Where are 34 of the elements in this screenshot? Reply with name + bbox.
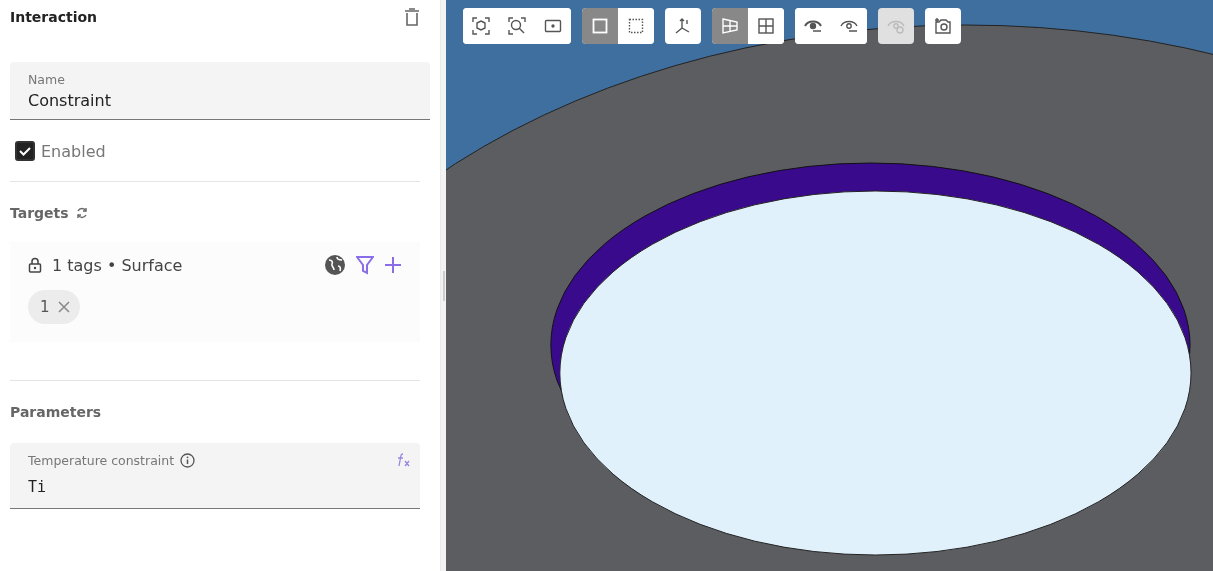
targets-summary: 1 tags • Surface bbox=[52, 255, 183, 275]
toolbar-button[interactable] bbox=[582, 8, 618, 44]
add-icon[interactable] bbox=[384, 256, 402, 274]
camera-icon bbox=[934, 17, 952, 35]
delete-icon[interactable] bbox=[404, 8, 420, 26]
dotted-square-icon bbox=[627, 17, 645, 35]
targets-title: Targets bbox=[10, 205, 69, 221]
axes-icon bbox=[674, 17, 692, 35]
check-icon bbox=[18, 144, 32, 158]
remove-icon[interactable] bbox=[57, 301, 70, 313]
filter-icon[interactable] bbox=[356, 255, 374, 275]
field-label: Name bbox=[28, 72, 66, 87]
square-icon bbox=[591, 17, 609, 35]
panel-title: Interaction bbox=[10, 9, 98, 25]
info-icon[interactable] bbox=[180, 453, 196, 468]
perspective-icon bbox=[721, 17, 739, 35]
name-field[interactable]: Name Constraint bbox=[10, 62, 430, 120]
enabled-label: Enabled bbox=[41, 141, 106, 161]
lock-icon bbox=[28, 257, 42, 273]
toolbar-button[interactable] bbox=[712, 8, 748, 44]
globe-icon[interactable] bbox=[324, 254, 346, 276]
function-icon[interactable] bbox=[396, 453, 412, 467]
enabled-checkbox[interactable] bbox=[15, 141, 35, 161]
cube-focus-icon bbox=[472, 17, 490, 35]
field-value: Ti bbox=[28, 478, 48, 496]
parameters-title: Parameters bbox=[10, 404, 102, 420]
zoom-icon bbox=[508, 17, 526, 35]
tag-chip[interactable]: 1 bbox=[28, 290, 80, 324]
field-label: Temperature constraint bbox=[28, 453, 175, 468]
field-value: Constraint bbox=[28, 91, 112, 110]
frame-icon bbox=[544, 17, 562, 35]
temperature-field[interactable]: Temperature constraint Ti bbox=[10, 443, 420, 509]
refresh-icon[interactable] bbox=[74, 206, 89, 220]
grid-icon bbox=[757, 17, 775, 35]
